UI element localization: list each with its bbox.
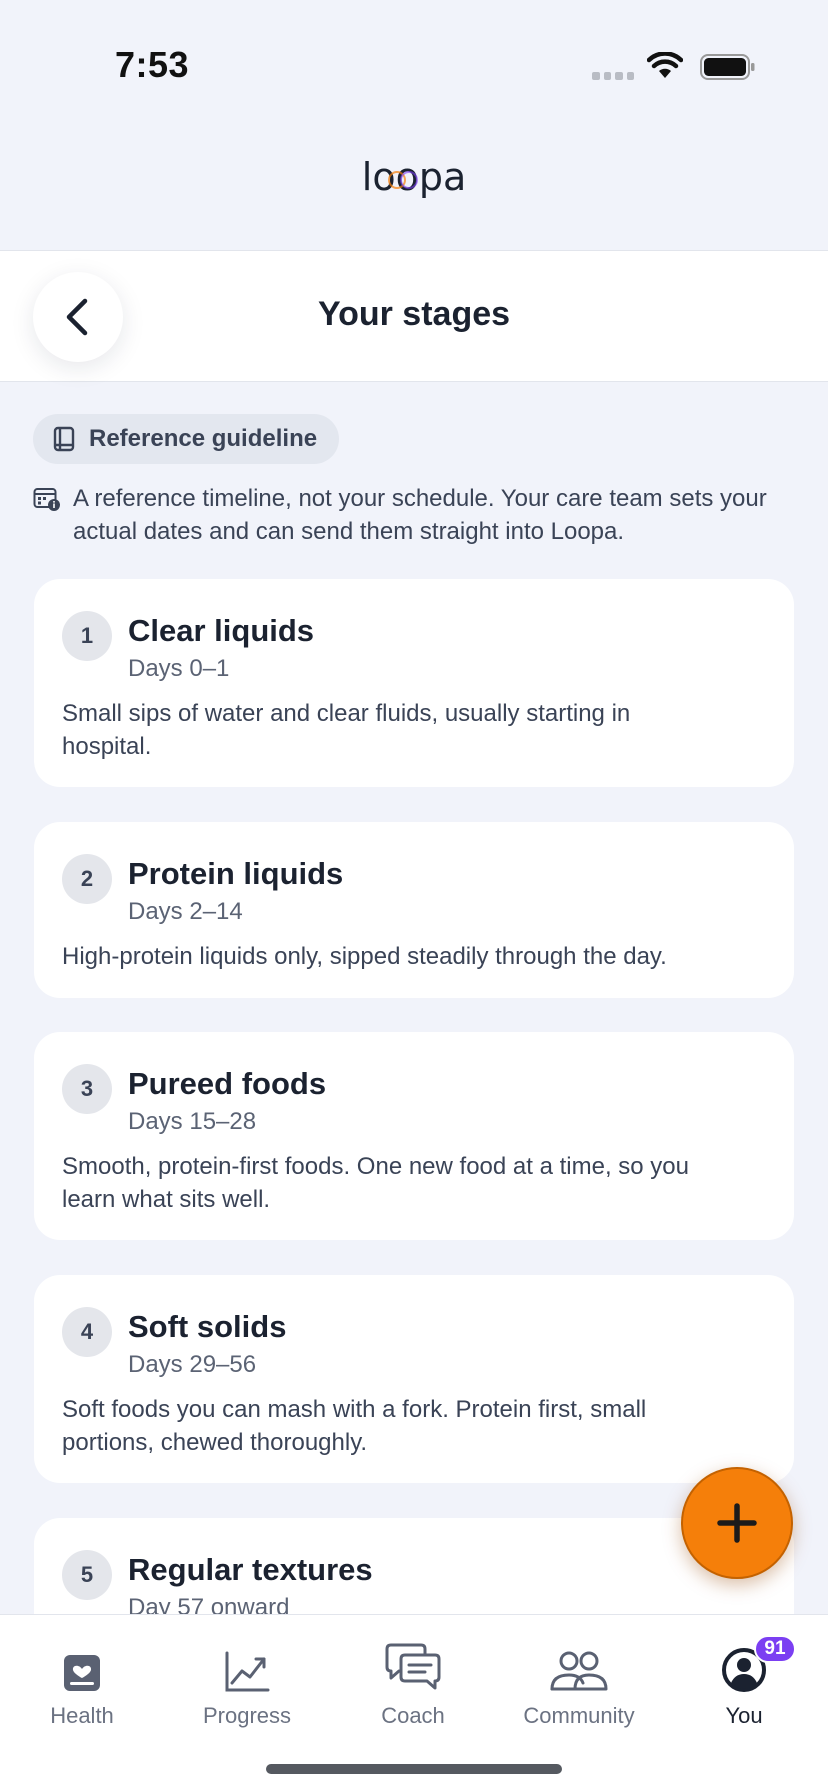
chip-label: Reference guideline <box>89 425 318 452</box>
tab-label: You <box>725 1703 763 1728</box>
stage-card-soft-solids[interactable]: 4 Soft solids Days 29–56 Soft foods you … <box>34 1275 794 1483</box>
battery-icon <box>700 54 755 80</box>
stage-number: 4 <box>62 1307 112 1357</box>
status-bar: 7:53 <box>0 0 828 120</box>
stages-content[interactable]: Reference guideline A reference timeline… <box>0 382 828 1614</box>
stage-card-clear-liquids[interactable]: 1 Clear liquids Days 0–1 Small sips of w… <box>34 579 794 787</box>
status-time: 7:53 <box>115 44 190 85</box>
home-indicator <box>266 1764 562 1774</box>
stage-days: Days 15–28 <box>128 1108 257 1135</box>
chat-bubbles-icon <box>385 1643 441 1690</box>
tab-community[interactable]: Community <box>504 1637 654 1729</box>
book-icon <box>53 426 75 452</box>
plus-icon <box>717 1503 757 1543</box>
page-title: Your stages <box>317 295 511 333</box>
stage-number: 2 <box>62 854 112 904</box>
stage-title: Soft solids <box>128 1309 287 1344</box>
stage-number: 3 <box>62 1064 112 1114</box>
stage-title: Regular textures <box>128 1552 373 1587</box>
stage-days: Days 0–1 <box>128 655 230 682</box>
stage-title: Pureed foods <box>128 1066 327 1101</box>
stage-number: 5 <box>62 1550 112 1600</box>
stage-days: Days 29–56 <box>128 1351 257 1378</box>
guideline-note: A reference timeline, not your schedule.… <box>33 482 793 548</box>
tab-coach[interactable]: Coach <box>338 1637 488 1729</box>
tab-health[interactable]: Health <box>7 1637 157 1729</box>
progress-chart-icon <box>225 1651 270 1692</box>
stage-card-pureed-foods[interactable]: 3 Pureed foods Days 15–28 Smooth, protei… <box>34 1032 794 1240</box>
stage-description: Soft foods you can mash with a fork. Pro… <box>62 1396 647 1456</box>
stage-number: 1 <box>62 611 112 661</box>
health-icon <box>64 1655 100 1691</box>
tab-progress[interactable]: Progress <box>172 1637 322 1729</box>
reference-guideline-chip: Reference guideline <box>33 414 340 464</box>
stage-title: Protein liquids <box>128 856 344 891</box>
logo-text: loopa <box>362 155 466 199</box>
stage-card-regular-textures[interactable]: 5 Regular textures Day 57 onward <box>34 1518 794 1614</box>
stage-title: Clear liquids <box>128 613 315 648</box>
stage-description: High-protein liquids only, sipped steadi… <box>62 943 667 970</box>
tab-you[interactable]: 91 You <box>669 1635 819 1729</box>
guideline-note-text: A reference timeline, not your schedule.… <box>73 485 767 545</box>
brand-header: loopa <box>0 120 828 250</box>
stage-card-protein-liquids[interactable]: 2 Protein liquids Days 2–14 High-protein… <box>34 822 794 998</box>
loopa-logo: loopa <box>0 154 828 209</box>
tab-label: Progress <box>202 1703 292 1728</box>
people-icon <box>550 1651 608 1691</box>
stage-description: Small sips of water and clear fluids, us… <box>62 700 631 760</box>
stage-days: Day 57 onward <box>128 1594 290 1614</box>
notification-badge: 91 <box>754 1635 796 1663</box>
cellular-signal-icon <box>592 72 634 80</box>
wifi-icon <box>647 52 683 78</box>
stage-description: Smooth, protein-first foods. One new foo… <box>62 1153 689 1213</box>
tab-bar: Health Progress Coach Community 91 You <box>0 1614 828 1792</box>
calendar-info-icon <box>33 488 60 511</box>
stage-days: Days 2–14 <box>128 898 243 925</box>
add-button[interactable] <box>681 1467 793 1579</box>
tab-label: Community <box>523 1703 635 1728</box>
nav-header: Your stages <box>0 250 828 382</box>
tab-label: Health <box>50 1703 114 1728</box>
tab-label: Coach <box>381 1703 445 1728</box>
